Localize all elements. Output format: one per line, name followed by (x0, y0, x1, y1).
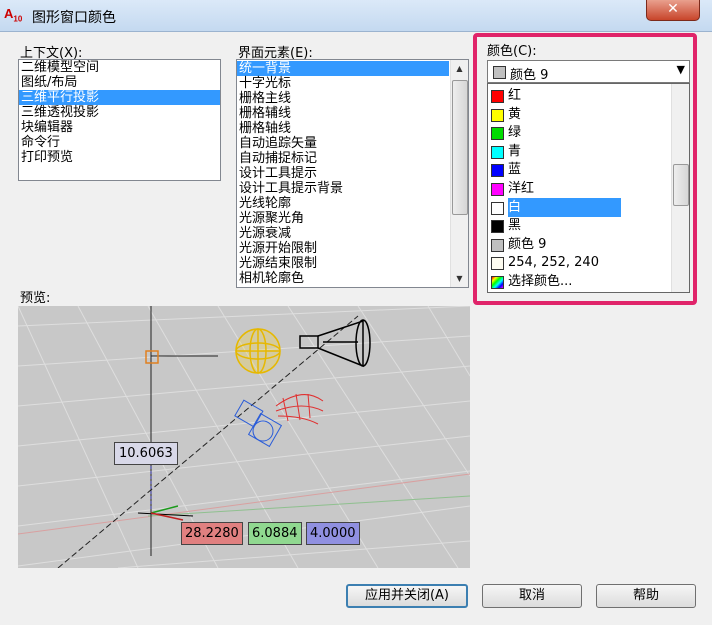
color-option-label: 蓝 (508, 162, 522, 178)
color-swatch-icon (491, 201, 504, 215)
color-label: 颜色(C): (487, 44, 537, 59)
color-option-label: 选择颜色... (508, 274, 573, 289)
element-item[interactable]: 自动追踪矢量 (237, 136, 449, 151)
color-swatch-icon (491, 145, 504, 159)
context-item[interactable]: 块编辑器 (19, 120, 220, 135)
color-swatch-icon (491, 257, 504, 271)
color-option[interactable]: 青 (488, 142, 674, 161)
element-item[interactable]: 光源结束限制 (237, 256, 449, 271)
color-option[interactable]: 颜色 9 (488, 235, 674, 254)
color-swatch-icon (491, 238, 504, 252)
color-option[interactable]: 选择颜色... (488, 272, 674, 291)
color-option[interactable]: 洋红 (488, 179, 674, 198)
elements-listbox[interactable]: 统一背景 十字光标 栅格主线 栅格辅线 栅格轴线 自动追踪矢量 自动捕捉标记 设计工具提示 设计… (236, 59, 469, 288)
color-swatch-icon (491, 220, 504, 234)
color-option-label: 红 (508, 88, 522, 103)
color-swatch-icon (491, 183, 504, 196)
elements-scrollbar[interactable]: ▲ ▼ (450, 60, 468, 287)
preview-canvas: 10.6063 28.2280 6.0884 4.0000 (18, 306, 470, 568)
app-icon: A10 (4, 6, 23, 24)
context-item[interactable]: 图纸/布局 (19, 75, 220, 90)
context-listbox[interactable]: 二维模型空间 图纸/布局 三维平行投影 三维透视投影 块编辑器 命令行 打印预览 (18, 59, 221, 181)
help-button[interactable]: 帮助 (596, 584, 696, 608)
color-option[interactable]: 254, 252, 240 (488, 253, 674, 272)
color-option[interactable]: 蓝 (488, 160, 674, 179)
color-option-label: 青 (508, 143, 522, 159)
color-swatch-icon (491, 127, 504, 141)
color-option-label: 绿 (508, 125, 522, 141)
close-button[interactable]: ✕ (646, 0, 700, 21)
color-scroll-thumb[interactable] (673, 164, 689, 206)
context-item[interactable]: 命令行 (19, 135, 220, 150)
color-swatch-icon (491, 276, 504, 289)
element-item[interactable]: 栅格轴线 (237, 121, 449, 136)
color-combobox[interactable]: 颜色 9 ▼ (487, 60, 690, 83)
preview-label: 预览: (20, 291, 51, 306)
element-item[interactable]: 自动捕捉标记 (237, 151, 449, 166)
color-option[interactable]: 绿 (488, 123, 674, 142)
color-option-label: 白 (508, 197, 622, 217)
dim-readout-y: 6.0884 (248, 522, 302, 545)
apply-close-button[interactable]: 应用并关闭(A) (346, 584, 468, 608)
context-item[interactable]: 打印预览 (19, 150, 220, 165)
element-item[interactable]: 相机轮廓色 (237, 271, 449, 286)
window-title: 图形窗口颜色 (32, 10, 116, 26)
scroll-up-icon[interactable]: ▲ (451, 60, 468, 77)
light-sphere-icon (235, 328, 281, 374)
element-item[interactable]: 光源衰减 (237, 226, 449, 241)
color-option-label: 黑 (508, 218, 522, 234)
element-item[interactable]: 光线轮廓 (237, 196, 449, 211)
context-item[interactable]: 二维模型空间 (19, 60, 220, 75)
dim-readout-z: 4.0000 (306, 522, 360, 545)
color-option[interactable]: 白 (488, 197, 674, 217)
element-item[interactable]: 光源开始限制 (237, 241, 449, 256)
color-option-label: 黄 (508, 106, 522, 122)
scroll-down-icon[interactable]: ▼ (451, 270, 468, 287)
color-option[interactable]: 黄 (488, 105, 674, 124)
color-option[interactable]: 红 (488, 86, 674, 105)
dim-readout-top: 10.6063 (114, 442, 178, 465)
element-item[interactable]: 栅格辅线 (237, 106, 449, 121)
color-option-label: 颜色 9 (508, 236, 547, 252)
element-item[interactable]: 统一背景 (237, 61, 449, 76)
element-item[interactable]: 设计工具提示背景 (237, 181, 449, 196)
color-option-label: 洋红 (508, 181, 535, 196)
color-dropdown-list[interactable]: 红黄绿青蓝洋红白黑颜色 9 254, 252, 240 选择颜色... (487, 83, 690, 293)
title-bar: A10 图形窗口颜色 ✕ (0, 0, 712, 32)
context-item[interactable]: 三维平行投影 (19, 90, 220, 105)
current-color-swatch (493, 66, 506, 79)
current-color-text: 颜色 9 (510, 68, 549, 83)
color-swatch-icon (491, 108, 504, 122)
cancel-button[interactable]: 取消 (482, 584, 582, 608)
scroll-thumb[interactable] (452, 80, 468, 215)
element-item[interactable]: 光源聚光角 (237, 211, 449, 226)
preview-scene (18, 306, 470, 568)
element-item[interactable]: 十字光标 (237, 76, 449, 91)
dim-readout-x: 28.2280 (181, 522, 243, 545)
color-option-label: 254, 252, 240 (508, 255, 599, 271)
color-option[interactable]: 黑 (488, 216, 674, 235)
element-item[interactable]: 设计工具提示 (237, 166, 449, 181)
chevron-down-icon[interactable]: ▼ (677, 63, 685, 76)
context-item[interactable]: 三维透视投影 (19, 105, 220, 120)
color-swatch-icon (491, 90, 504, 103)
color-swatch-icon (491, 164, 504, 178)
element-item[interactable]: 栅格主线 (237, 91, 449, 106)
